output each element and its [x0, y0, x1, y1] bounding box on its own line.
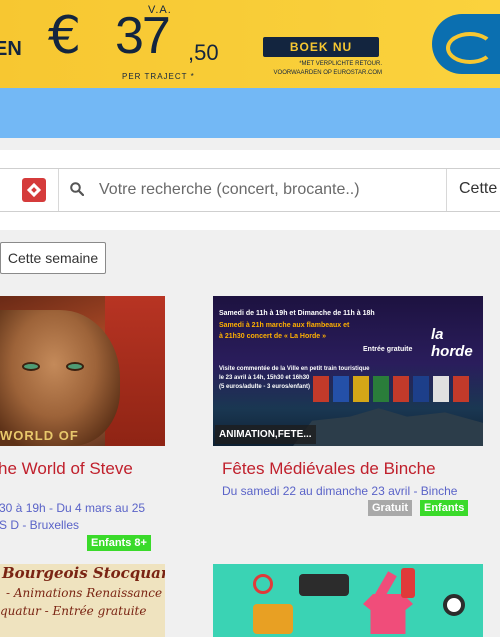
- event-date: Du samedi 22 au dimanche 23 avril - Binc…: [222, 484, 458, 498]
- flags-decoration: [313, 376, 483, 406]
- flag-icon: [393, 376, 409, 402]
- event-image[interactable]: WORLD OF: [0, 296, 165, 446]
- castle-silhouette: [293, 408, 483, 446]
- poster-line: - Animations Renaissance: [6, 586, 163, 600]
- watch-icon: [443, 594, 465, 616]
- ad-left-text: EN: [0, 38, 22, 60]
- poster-line: à 21h30 concert de « La Horde »: [219, 333, 326, 340]
- image-face: [0, 310, 120, 446]
- image-eye: [66, 362, 84, 371]
- search-divider: [446, 169, 447, 211]
- this-week-button[interactable]: Cette semaine: [0, 242, 106, 274]
- search-icon: [70, 182, 84, 196]
- event-category-tag: ANIMATION,FETE...: [215, 425, 316, 444]
- ad-terms: *MET VERPLICHTE RETOUR. VOORWAARDEN OP E…: [273, 61, 382, 76]
- ad-per-trip: PER TRAJECT *: [122, 72, 195, 81]
- category-menu-icon[interactable]: [22, 178, 46, 202]
- poster-line: Visite commentée de la Ville en petit tr…: [219, 366, 370, 372]
- kids-badge: Enfants 8+: [87, 535, 151, 551]
- flag-icon: [453, 376, 469, 402]
- poster-line: le 23 avril à 14h, 15h30 et 16h30: [219, 375, 310, 381]
- ad-price: 37: [115, 7, 171, 65]
- search-divider: [58, 169, 59, 211]
- search-input[interactable]: [99, 172, 439, 208]
- date-filter-select[interactable]: Cette: [459, 180, 497, 198]
- decor-icon: [253, 574, 273, 594]
- flag-icon: [313, 376, 329, 402]
- event-image[interactable]: Samedi de 11h à 19h et Dimanche de 11h à…: [213, 296, 483, 446]
- decor-icon: [401, 568, 415, 598]
- event-location: S D - Bruxelles: [0, 518, 80, 532]
- flag-icon: [433, 376, 449, 402]
- clock-icon: [299, 574, 349, 596]
- kids-badge: Enfants: [420, 500, 469, 516]
- image-caption: WORLD OF: [0, 428, 79, 443]
- flag-icon: [333, 376, 349, 402]
- image-eye: [22, 362, 40, 371]
- free-badge: Gratuit: [368, 500, 413, 516]
- poster-line: Bourgeois Stocquarts: [2, 564, 165, 582]
- camera-icon: [253, 604, 293, 634]
- euro-symbol: €: [48, 6, 82, 66]
- event-date: 30 à 19h - Du 4 mars au 25: [0, 501, 146, 515]
- poster-line: (5 euros/adulte - 3 euros/enfant): [219, 384, 311, 390]
- flag-icon: [373, 376, 389, 402]
- event-image[interactable]: [213, 564, 483, 637]
- poster-line: quatur - Entrée gratuite: [0, 604, 147, 618]
- la-horde-logo: la horde: [431, 326, 473, 360]
- event-title[interactable]: Fêtes Médiévales de Binche: [222, 459, 436, 479]
- poster-line: Entrée gratuite: [363, 346, 413, 353]
- book-now-button[interactable]: BOEK NU: [263, 37, 379, 57]
- flag-icon: [353, 376, 369, 402]
- ad-price-cents: ,50: [188, 40, 219, 65]
- poster-line: Samedi à 21h marche aux flambeaux et: [219, 322, 350, 329]
- event-title[interactable]: he World of Steve: [0, 459, 133, 479]
- flag-icon: [413, 376, 429, 402]
- eurostar-logo-icon: [432, 14, 500, 74]
- tshirt-icon: [363, 594, 413, 634]
- eurostar-ad-banner[interactable]: EN € V.A. 37 ,50 PER TRAJECT * BOEK NU *…: [0, 0, 500, 88]
- top-nav-bar: [0, 88, 500, 138]
- poster-line: Samedi de 11h à 19h et Dimanche de 11h à…: [219, 310, 375, 317]
- event-image[interactable]: Bourgeois Stocquarts - Animations Renais…: [0, 564, 165, 637]
- page: EN € V.A. 37 ,50 PER TRAJECT * BOEK NU *…: [0, 0, 500, 637]
